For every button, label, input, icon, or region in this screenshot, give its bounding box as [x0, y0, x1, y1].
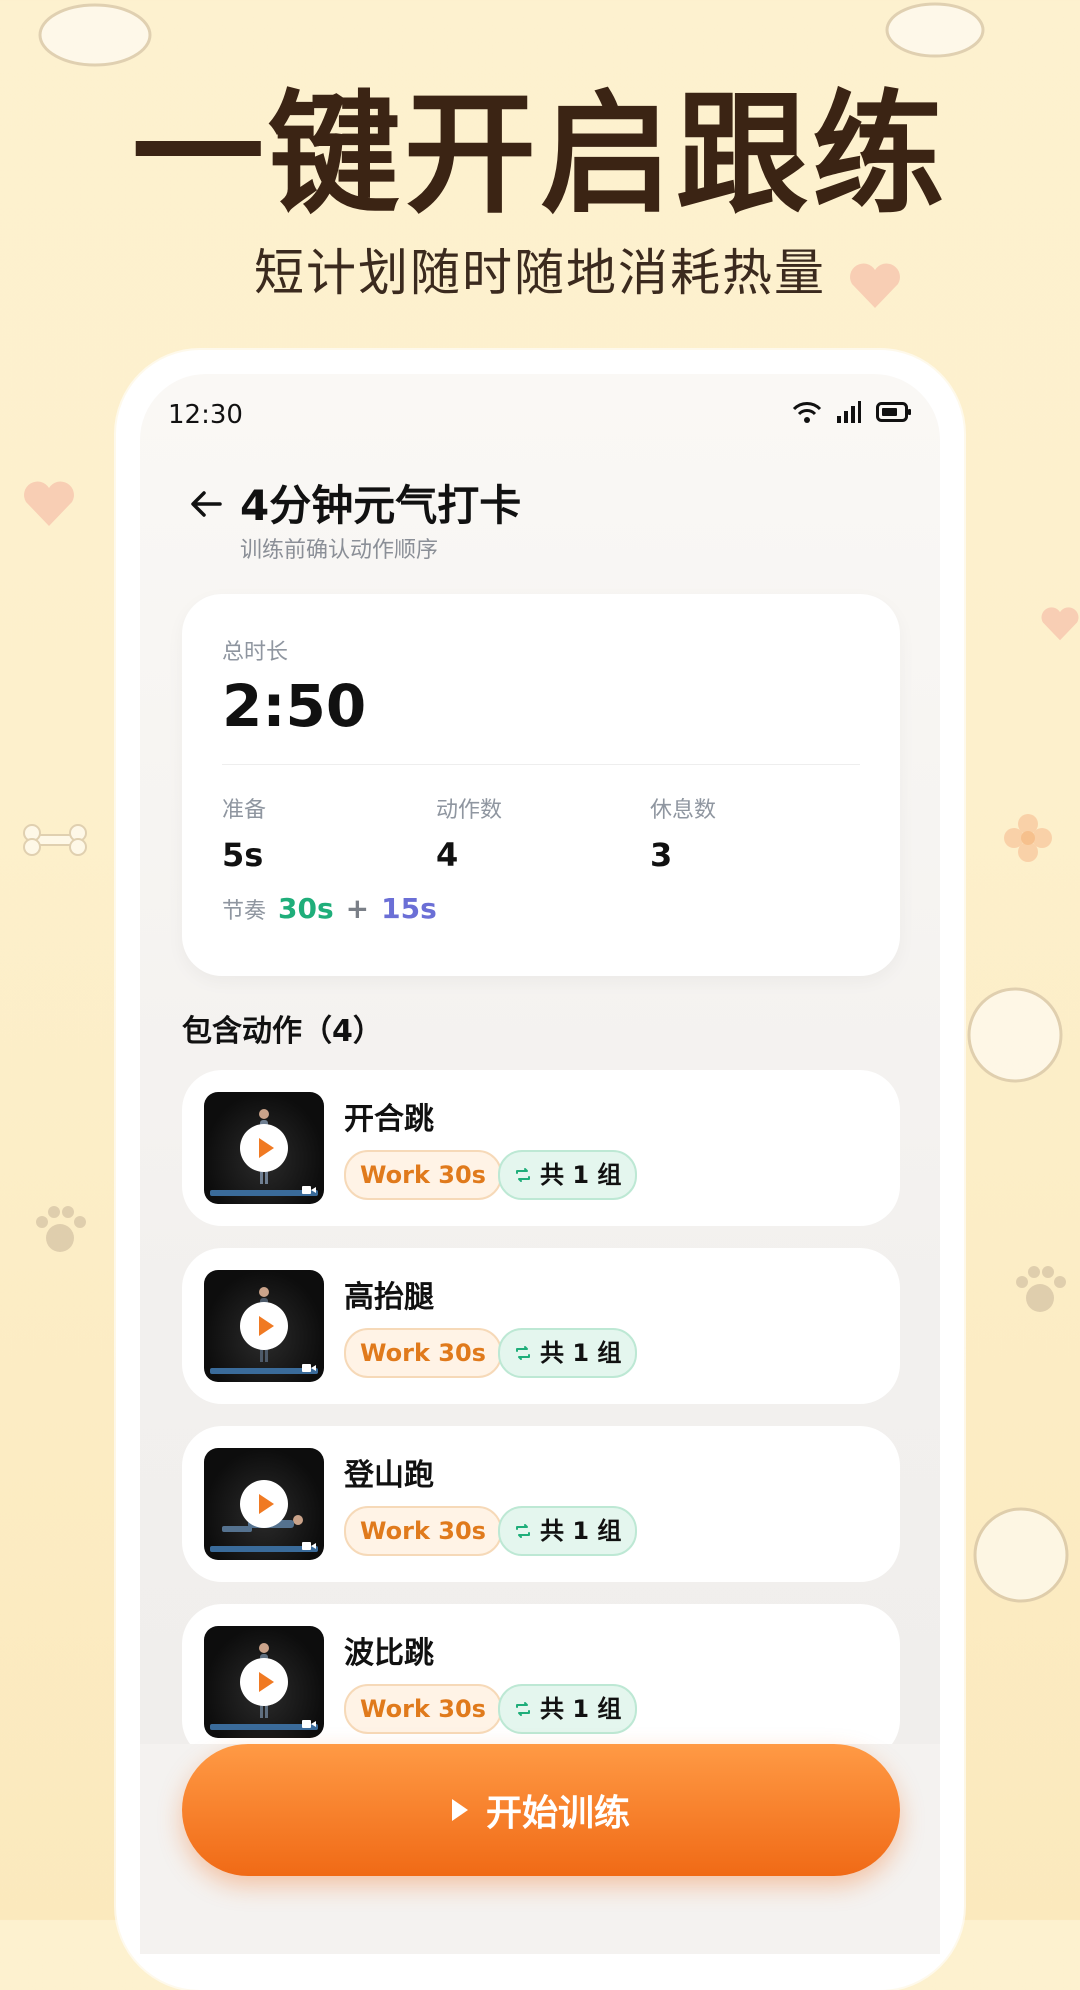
play-video-button[interactable] [240, 1302, 288, 1350]
repeat-icon [516, 1168, 530, 1182]
sets-chip: 共 1 组 [498, 1328, 638, 1378]
stat-label: 准备 [222, 798, 267, 823]
puppy-decoration-icon [30, 0, 160, 70]
work-duration-chip: Work 30s [344, 1328, 502, 1378]
arrow-left-icon [191, 491, 222, 517]
stat-prepare: 准备 5s [222, 792, 266, 874]
heart-decoration-icon [22, 480, 76, 528]
exercise-card[interactable]: 登山跑 Work 30s 共 1 组 [182, 1426, 900, 1582]
wifi-icon [792, 400, 822, 428]
repeat-icon [516, 1346, 530, 1360]
paw-decoration-icon [30, 1200, 90, 1260]
rhythm-plus: + [345, 892, 370, 925]
exercise-list: 开合跳 Work 30s 共 1 组 高抬腿 Work 30s 共 1 组 登山… [182, 1070, 900, 1782]
start-training-label: 开始训练 [485, 1793, 630, 1834]
stat-exercise-count: 动作数 4 [436, 792, 502, 874]
play-video-button[interactable] [240, 1124, 288, 1172]
bottom-action-bar: 开始训练 [140, 1744, 940, 1954]
sets-label: 共 1 组 [540, 1695, 622, 1723]
total-duration-value: 2:50 [222, 672, 367, 740]
stat-label: 动作数 [436, 798, 503, 823]
exercise-name: 开合跳 [344, 1102, 434, 1137]
status-icons [792, 400, 912, 428]
rhythm-work-duration: 30s [278, 892, 334, 925]
stat-rest-count: 休息数 3 [650, 792, 716, 874]
stat-value: 5s [222, 836, 264, 874]
video-camera-icon [302, 1714, 316, 1728]
app-screen: 12:30 4分钟元气打卡 训练前确认动作顺序 总时长 2:50 准备 5s 动… [140, 374, 940, 1954]
stat-value: 3 [650, 836, 673, 874]
rhythm-row: 节奏 30s + 15s [222, 892, 437, 925]
summary-card: 总时长 2:50 准备 5s 动作数 4 休息数 3 节奏 30s + 15s [182, 594, 900, 976]
status-bar: 12:30 [168, 394, 912, 444]
promo-headline: 一键开启跟练 [132, 78, 948, 232]
exercise-name: 登山跑 [344, 1458, 434, 1493]
video-camera-icon [302, 1358, 316, 1372]
puppy-decoration-icon [966, 1500, 1076, 1610]
exercise-name: 高抬腿 [344, 1280, 434, 1315]
exercise-thumbnail [204, 1092, 324, 1204]
repeat-icon [516, 1524, 530, 1538]
sets-label: 共 1 组 [540, 1339, 622, 1367]
exercise-thumbnail [204, 1448, 324, 1560]
sets-chip: 共 1 组 [498, 1506, 638, 1556]
sets-chip: 共 1 组 [498, 1684, 638, 1734]
exercise-name: 波比跳 [344, 1636, 434, 1671]
page-title: 4分钟元气打卡 [240, 481, 522, 530]
exercise-card[interactable]: 开合跳 Work 30s 共 1 组 [182, 1070, 900, 1226]
bone-decoration-icon [20, 820, 90, 860]
paw-decoration-icon [1010, 1260, 1070, 1320]
exercise-thumbnail [204, 1626, 324, 1738]
video-camera-icon [302, 1536, 316, 1550]
puppy-decoration-icon [960, 980, 1070, 1090]
start-training-button[interactable]: 开始训练 [182, 1744, 900, 1876]
play-video-button[interactable] [240, 1658, 288, 1706]
battery-icon [876, 400, 912, 428]
promo-subline: 短计划随时随地消耗热量 [254, 244, 826, 302]
rhythm-rest-duration: 15s [381, 892, 437, 925]
repeat-icon [516, 1702, 530, 1716]
sets-chip: 共 1 组 [498, 1150, 638, 1200]
work-duration-chip: Work 30s [344, 1506, 502, 1556]
exercise-section-title: 包含动作（4） [182, 1014, 383, 1049]
exercise-thumbnail [204, 1270, 324, 1382]
video-camera-icon [302, 1180, 316, 1194]
back-button[interactable] [184, 482, 228, 526]
play-icon [451, 1799, 468, 1821]
total-duration-label: 总时长 [222, 640, 289, 665]
exercise-card[interactable]: 高抬腿 Work 30s 共 1 组 [182, 1248, 900, 1404]
work-duration-chip: Work 30s [344, 1684, 502, 1734]
divider [222, 764, 860, 765]
sets-label: 共 1 组 [540, 1517, 622, 1545]
rhythm-label: 节奏 [222, 899, 267, 924]
page-subtitle: 训练前确认动作顺序 [240, 538, 439, 563]
stat-value: 4 [436, 836, 459, 874]
signal-icon [836, 400, 862, 428]
status-time: 12:30 [168, 400, 243, 430]
work-duration-chip: Work 30s [344, 1150, 502, 1200]
stat-label: 休息数 [650, 798, 717, 823]
flower-decoration-icon [1000, 810, 1056, 866]
sets-label: 共 1 组 [540, 1161, 622, 1189]
play-video-button[interactable] [240, 1480, 288, 1528]
heart-decoration-icon [1040, 604, 1080, 644]
puppy-decoration-icon [880, 0, 990, 60]
exercise-card[interactable]: 波比跳 Work 30s 共 1 组 [182, 1604, 900, 1760]
